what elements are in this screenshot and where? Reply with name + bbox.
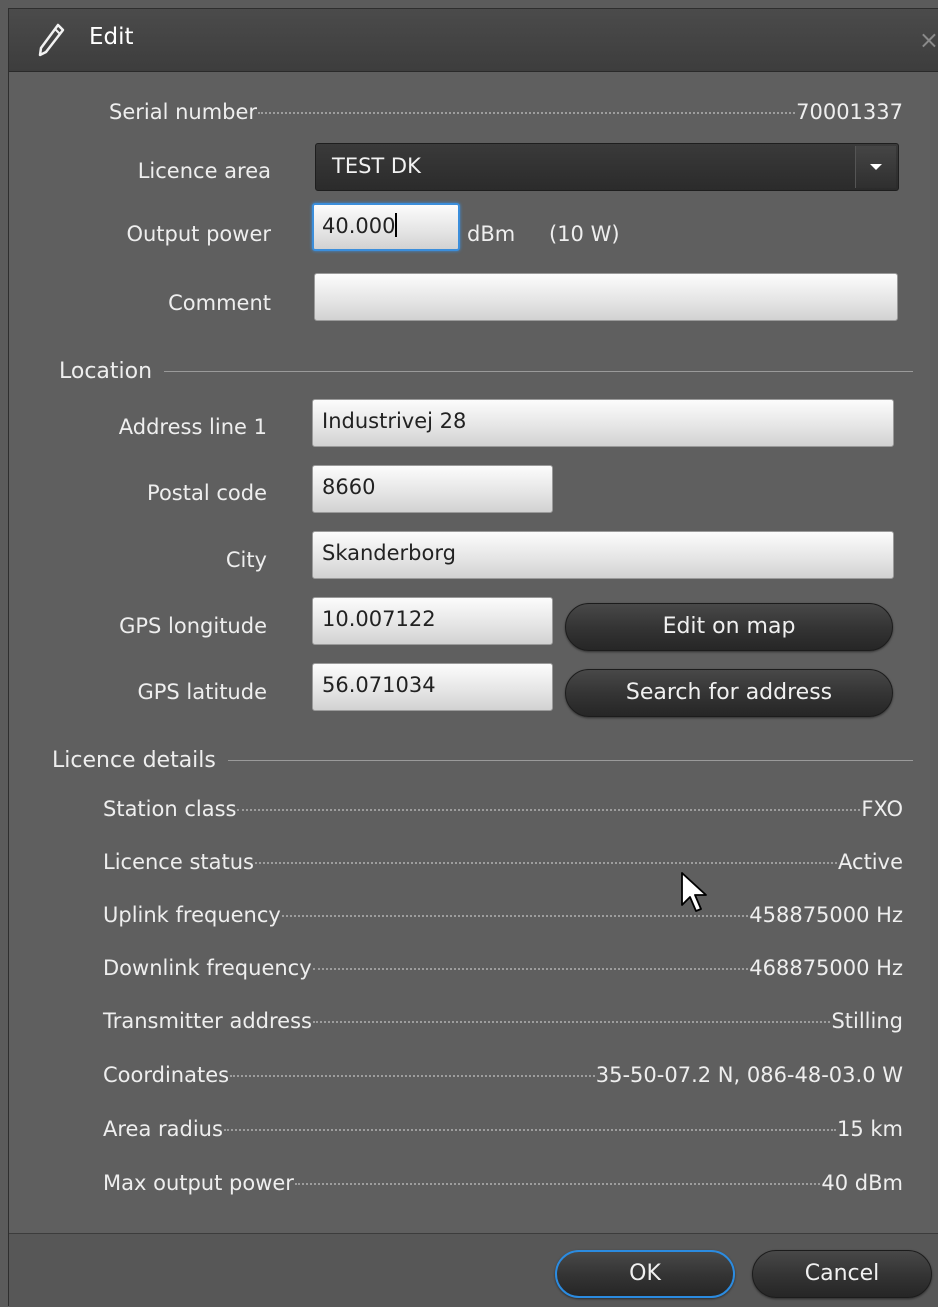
address-line-1-value: Industrivej 28 xyxy=(322,409,467,433)
serial-number-row: Serial number 70001337 xyxy=(109,100,903,130)
output-power-watts: (10 W) xyxy=(549,222,620,246)
leader-dots xyxy=(258,112,796,114)
leader-dots xyxy=(230,1075,595,1077)
dialog-title: Edit xyxy=(89,24,134,50)
licence-row-uplink: Uplink frequency 458875000 Hz xyxy=(103,903,903,933)
licence-key: Downlink frequency xyxy=(103,956,312,980)
licence-key: Station class xyxy=(103,797,237,821)
licence-area-value: TEST DK xyxy=(332,154,421,178)
gps-latitude-value: 56.071034 xyxy=(322,673,436,697)
close-icon[interactable]: × xyxy=(919,26,938,54)
licence-row-area-radius: Area radius 15 km xyxy=(103,1117,903,1147)
licence-value: FXO xyxy=(861,797,903,821)
gps-longitude-input[interactable]: 10.007122 xyxy=(312,597,553,645)
postal-code-value: 8660 xyxy=(322,475,376,499)
licence-row-downlink: Downlink frequency 468875000 Hz xyxy=(103,956,903,986)
city-input[interactable]: Skanderborg xyxy=(312,531,894,579)
address-line-1-label: Address line 1 xyxy=(118,415,267,439)
comment-input[interactable] xyxy=(314,273,898,321)
ok-button[interactable]: OK xyxy=(555,1250,735,1298)
leader-dots xyxy=(237,809,861,811)
output-power-unit: dBm xyxy=(467,222,516,246)
licence-row-station-class: Station class FXO xyxy=(103,797,903,827)
licence-row-coordinates: Coordinates 35-50-07.2 N, 086-48-03.0 W xyxy=(103,1063,903,1093)
mouse-pointer-icon xyxy=(681,872,707,912)
output-power-input[interactable]: 40.000 xyxy=(312,203,460,251)
gps-longitude-value: 10.007122 xyxy=(322,607,436,631)
leader-dots xyxy=(313,1021,831,1023)
licence-key: Max output power xyxy=(103,1171,294,1195)
edit-dialog: Edit × Serial number 70001337 Licence ar… xyxy=(8,8,938,1307)
licence-key: Area radius xyxy=(103,1117,223,1141)
licence-key: Licence status xyxy=(103,850,254,874)
licence-row-status: Licence status Active xyxy=(103,850,903,880)
licence-area-label: Licence area xyxy=(137,159,271,183)
licence-row-max-output-power: Max output power 40 dBm xyxy=(103,1171,903,1201)
licence-value: Active xyxy=(838,850,903,874)
comment-label: Comment xyxy=(168,291,271,315)
location-section-title: Location xyxy=(59,359,165,384)
chevron-down-icon[interactable] xyxy=(855,146,896,188)
output-power-value: 40.000 xyxy=(322,214,396,238)
serial-number-value: 70001337 xyxy=(796,100,903,124)
licence-value: 15 km xyxy=(836,1117,903,1141)
licence-value: Stilling xyxy=(831,1009,903,1033)
location-divider xyxy=(61,371,913,372)
licence-key: Coordinates xyxy=(103,1063,230,1087)
address-line-1-input[interactable]: Industrivej 28 xyxy=(312,399,894,447)
city-label: City xyxy=(225,548,267,572)
output-power-label: Output power xyxy=(126,222,271,246)
gps-latitude-input[interactable]: 56.071034 xyxy=(312,663,553,711)
licence-area-select[interactable]: TEST DK xyxy=(315,143,899,191)
edit-on-map-button[interactable]: Edit on map xyxy=(565,603,893,651)
licence-value: 35-50-07.2 N, 086-48-03.0 W xyxy=(595,1063,903,1087)
cancel-button[interactable]: Cancel xyxy=(752,1250,932,1298)
leader-dots xyxy=(223,1129,836,1131)
serial-number-label: Serial number xyxy=(109,100,258,124)
postal-code-input[interactable]: 8660 xyxy=(312,465,553,513)
postal-code-label: Postal code xyxy=(147,481,267,505)
licence-value: 40 dBm xyxy=(821,1171,903,1195)
licence-value: 458875000 Hz xyxy=(749,903,903,927)
licence-details-section-title: Licence details xyxy=(52,748,228,773)
leader-dots xyxy=(294,1183,821,1185)
licence-key: Uplink frequency xyxy=(103,903,281,927)
gps-longitude-label: GPS longitude xyxy=(119,614,267,638)
leader-dots xyxy=(281,915,749,917)
title-bar[interactable]: Edit × xyxy=(9,9,938,72)
licence-row-transmitter-address: Transmitter address Stilling xyxy=(103,1009,903,1039)
licence-key: Transmitter address xyxy=(103,1009,312,1033)
licence-value: 468875000 Hz xyxy=(749,956,903,980)
leader-dots xyxy=(312,968,749,970)
leader-dots xyxy=(254,862,838,864)
city-value: Skanderborg xyxy=(322,541,456,565)
text-caret xyxy=(395,213,398,237)
gps-latitude-label: GPS latitude xyxy=(137,680,267,704)
dialog-footer: OK Cancel xyxy=(9,1233,938,1307)
pencil-icon xyxy=(38,23,65,57)
search-for-address-button[interactable]: Search for address xyxy=(565,669,893,717)
